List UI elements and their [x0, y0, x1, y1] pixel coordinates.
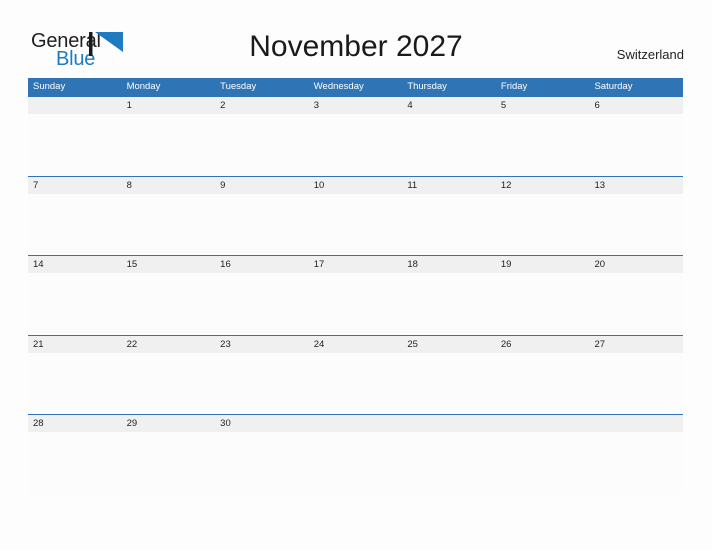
- day-cell[interactable]: [28, 97, 122, 176]
- day-number: 24: [313, 338, 325, 350]
- region-label: Switzerland: [616, 47, 684, 62]
- day-number: 4: [407, 100, 413, 111]
- day-cell[interactable]: 11: [402, 176, 496, 256]
- day-cell[interactable]: 25: [402, 335, 496, 415]
- week-row: 14 15 16 17 18 19 20: [28, 255, 684, 335]
- day-band: [589, 415, 684, 432]
- day-number: 6: [594, 100, 600, 111]
- weekday-header-sunday: Sunday: [33, 81, 66, 92]
- day-cell[interactable]: 14: [28, 256, 122, 335]
- weekday-header-friday: Friday: [500, 81, 528, 92]
- day-number: 27: [594, 338, 606, 350]
- day-number: 7: [33, 179, 39, 191]
- day-cell[interactable]: 13: [589, 176, 684, 256]
- day-number: 21: [33, 338, 44, 350]
- day-cell[interactable]: 26: [495, 335, 590, 415]
- weekday-header-monday: Monday: [126, 81, 161, 92]
- weekday-header-saturday: Saturday: [594, 81, 633, 92]
- calendar-grid: Sunday Monday Tuesday Wednesday Thursday…: [28, 78, 684, 494]
- day-number: 1: [126, 100, 132, 111]
- day-number: 12: [500, 179, 512, 191]
- day-number: 9: [220, 179, 226, 191]
- day-cell[interactable]: 28: [28, 415, 122, 494]
- day-cell[interactable]: 17: [308, 256, 403, 335]
- day-cell[interactable]: 18: [402, 256, 496, 335]
- day-cell[interactable]: [308, 415, 403, 494]
- day-band: [121, 176, 216, 194]
- day-number: 26: [500, 338, 512, 350]
- weekday-header-thursday: Thursday: [407, 81, 447, 92]
- week-row: 7 8 9 10 11 12 13: [28, 175, 684, 256]
- day-number: 18: [407, 259, 418, 270]
- day-number: 3: [313, 100, 320, 111]
- day-number: 17: [313, 259, 325, 270]
- day-band: [308, 97, 403, 114]
- day-cell[interactable]: 4: [402, 97, 496, 176]
- day-number: 25: [407, 338, 418, 350]
- day-cell[interactable]: 29: [121, 415, 216, 494]
- day-band: [215, 97, 309, 114]
- day-cell[interactable]: 3: [308, 97, 403, 176]
- day-number: 16: [220, 259, 231, 270]
- day-band: [28, 97, 122, 114]
- day-cell[interactable]: 24: [308, 335, 403, 415]
- day-cell[interactable]: 10: [308, 176, 403, 256]
- day-cell[interactable]: 7: [28, 176, 122, 256]
- day-cell[interactable]: 2: [215, 97, 309, 176]
- day-number: 19: [500, 259, 512, 270]
- day-cell[interactable]: 27: [589, 335, 684, 415]
- day-cell[interactable]: 9: [215, 176, 309, 256]
- day-number: 28: [33, 418, 44, 429]
- day-number: 13: [594, 179, 606, 191]
- day-cell[interactable]: 15: [121, 256, 216, 335]
- day-band: [121, 97, 216, 114]
- day-number: 14: [33, 259, 44, 270]
- day-band: [402, 415, 496, 432]
- day-number: 22: [126, 338, 138, 350]
- day-cell[interactable]: 12: [495, 176, 590, 256]
- day-cell[interactable]: 22: [121, 335, 216, 415]
- day-number: 10: [313, 179, 325, 191]
- day-cell[interactable]: 8: [121, 176, 216, 256]
- day-band: [495, 415, 590, 432]
- day-cell[interactable]: 16: [215, 256, 309, 335]
- day-cell[interactable]: [589, 415, 684, 494]
- day-band: [402, 97, 496, 114]
- week-row: 1 2 3 4 5 6: [28, 96, 684, 176]
- week-row: 21 22 23 24 25 26 27: [28, 334, 684, 415]
- weekday-header-tuesday: Tuesday: [220, 81, 257, 92]
- day-cell[interactable]: 19: [495, 256, 590, 335]
- day-band: [28, 176, 122, 194]
- day-number: 23: [220, 338, 231, 350]
- day-number: 8: [126, 179, 132, 191]
- day-cell[interactable]: [402, 415, 496, 494]
- day-cell[interactable]: [495, 415, 590, 494]
- day-number: 5: [500, 100, 507, 111]
- day-band: [215, 176, 309, 194]
- day-cell[interactable]: 23: [215, 335, 309, 415]
- day-cell[interactable]: 5: [495, 97, 590, 176]
- day-number: 20: [594, 259, 606, 270]
- day-cell[interactable]: 20: [589, 256, 684, 335]
- weekday-header-wednesday: Wednesday: [313, 81, 364, 92]
- day-cell[interactable]: 30: [215, 415, 309, 494]
- day-number: 29: [126, 418, 138, 429]
- day-cell[interactable]: 21: [28, 335, 122, 415]
- day-number: 30: [220, 418, 231, 429]
- day-number: 15: [126, 259, 138, 270]
- week-row: 28 29 30: [28, 414, 684, 494]
- day-number: 2: [220, 100, 226, 111]
- day-band: [308, 415, 403, 432]
- page-title: November 2027: [249, 30, 463, 63]
- day-band: [495, 97, 590, 114]
- day-band: [589, 97, 684, 114]
- page-header: General Blue November 2027 Switzerland: [0, 0, 712, 78]
- day-cell[interactable]: 1: [121, 97, 216, 176]
- day-number: 11: [407, 179, 418, 191]
- day-cell[interactable]: 6: [589, 97, 684, 176]
- weekday-header-row: Sunday Monday Tuesday Wednesday Thursday…: [28, 78, 683, 96]
